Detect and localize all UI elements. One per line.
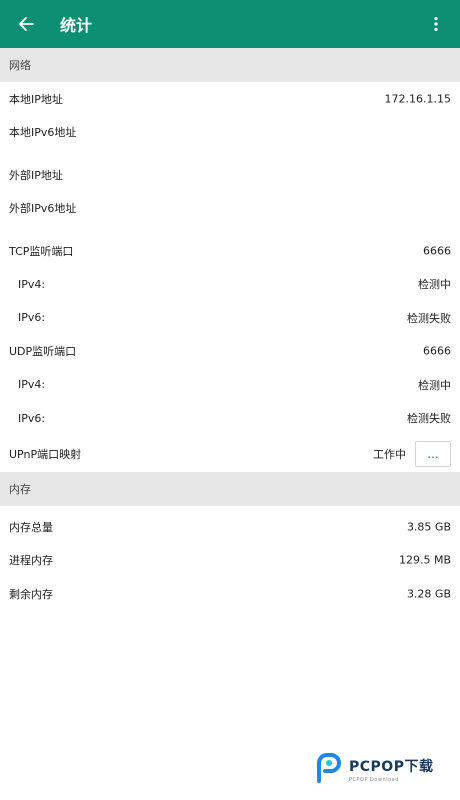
overflow-menu-button[interactable] — [424, 12, 448, 36]
watermark-text: PCPOP下载 PCPOP Download — [349, 756, 433, 783]
row-external-ip: 外部IP地址 — [0, 158, 460, 192]
back-button[interactable] — [0, 0, 52, 48]
memory-total-label: 内存总量 — [9, 520, 53, 534]
memory-remaining-label: 剩余内存 — [9, 587, 53, 601]
pcpop-logo-icon — [317, 753, 341, 783]
tcp-ipv6-label: IPv6: — [18, 311, 46, 325]
tcp-port-value: 6666 — [423, 244, 451, 258]
row-upnp: UPnP端口映射 工作中 ... — [0, 435, 460, 472]
tcp-ipv4-status: 检测中 — [418, 278, 451, 292]
app-bar: 统计 — [0, 0, 460, 48]
udp-ipv4-status: 检测中 — [418, 378, 451, 392]
udp-port-value: 6666 — [423, 344, 451, 358]
watermark: PCPOP下载 PCPOP Download — [313, 750, 453, 788]
row-tcp-port: TCP监听端口 6666 — [0, 234, 460, 268]
memory-remaining-value: 3.28 GB — [406, 587, 451, 601]
section-header-memory: 内存 — [0, 472, 460, 506]
udp-port-label: UDP监听端口 — [9, 345, 77, 359]
upnp-status: 工作中 — [373, 447, 406, 461]
tcp-ipv4-label: IPv4: — [18, 277, 46, 291]
row-udp-ipv4: IPv4: 检测中 — [0, 368, 460, 402]
row-tcp-ipv6: IPv6: 检测失败 — [0, 301, 460, 335]
more-vertical-icon — [434, 16, 438, 32]
local-ip-value: 172.16.1.15 — [384, 92, 451, 106]
udp-ipv6-label: IPv6: — [18, 411, 46, 425]
row-udp-ipv6: IPv6: 检测失败 — [0, 402, 460, 436]
row-memory-remaining: 剩余内存 3.28 GB — [0, 577, 460, 611]
section-header-network: 网络 — [0, 48, 460, 82]
page-title: 统计 — [60, 16, 93, 35]
row-memory-process: 进程内存 129.5 MB — [0, 544, 460, 578]
local-ipv6-label: 本地IPv6地址 — [9, 126, 77, 140]
memory-process-label: 进程内存 — [9, 554, 53, 568]
udp-ipv6-status: 检测失败 — [407, 412, 451, 426]
row-local-ip: 本地IP地址 172.16.1.15 — [0, 82, 460, 116]
back-arrow-icon — [19, 17, 34, 31]
row-udp-port: UDP监听端口 6666 — [0, 335, 460, 369]
memory-total-value: 3.85 GB — [406, 520, 451, 534]
upnp-value: 工作中 ... — [373, 440, 451, 467]
row-memory-total: 内存总量 3.85 GB — [0, 510, 460, 544]
tcp-port-label: TCP监听端口 — [9, 244, 74, 258]
watermark-sub: PCPOP Download — [349, 776, 399, 783]
stats-content: 网络 本地IP地址 172.16.1.15 本地IPv6地址 外部IP地址 外部… — [0, 48, 460, 611]
external-ip-label: 外部IP地址 — [9, 168, 63, 182]
upnp-label: UPnP端口映射 — [9, 447, 82, 461]
external-ipv6-label: 外部IPv6地址 — [9, 202, 77, 216]
memory-process-value: 129.5 MB — [398, 553, 451, 567]
row-local-ipv6: 本地IPv6地址 — [0, 116, 460, 150]
local-ip-label: 本地IP地址 — [9, 92, 63, 106]
upnp-more-button[interactable]: ... — [415, 440, 451, 467]
udp-ipv4-label: IPv4: — [18, 378, 46, 392]
row-tcp-ipv4: IPv4: 检测中 — [0, 268, 460, 302]
row-external-ipv6: 外部IPv6地址 — [0, 192, 460, 226]
watermark-main: PCPOP下载 — [349, 758, 434, 775]
tcp-ipv6-status: 检测失败 — [407, 311, 451, 325]
